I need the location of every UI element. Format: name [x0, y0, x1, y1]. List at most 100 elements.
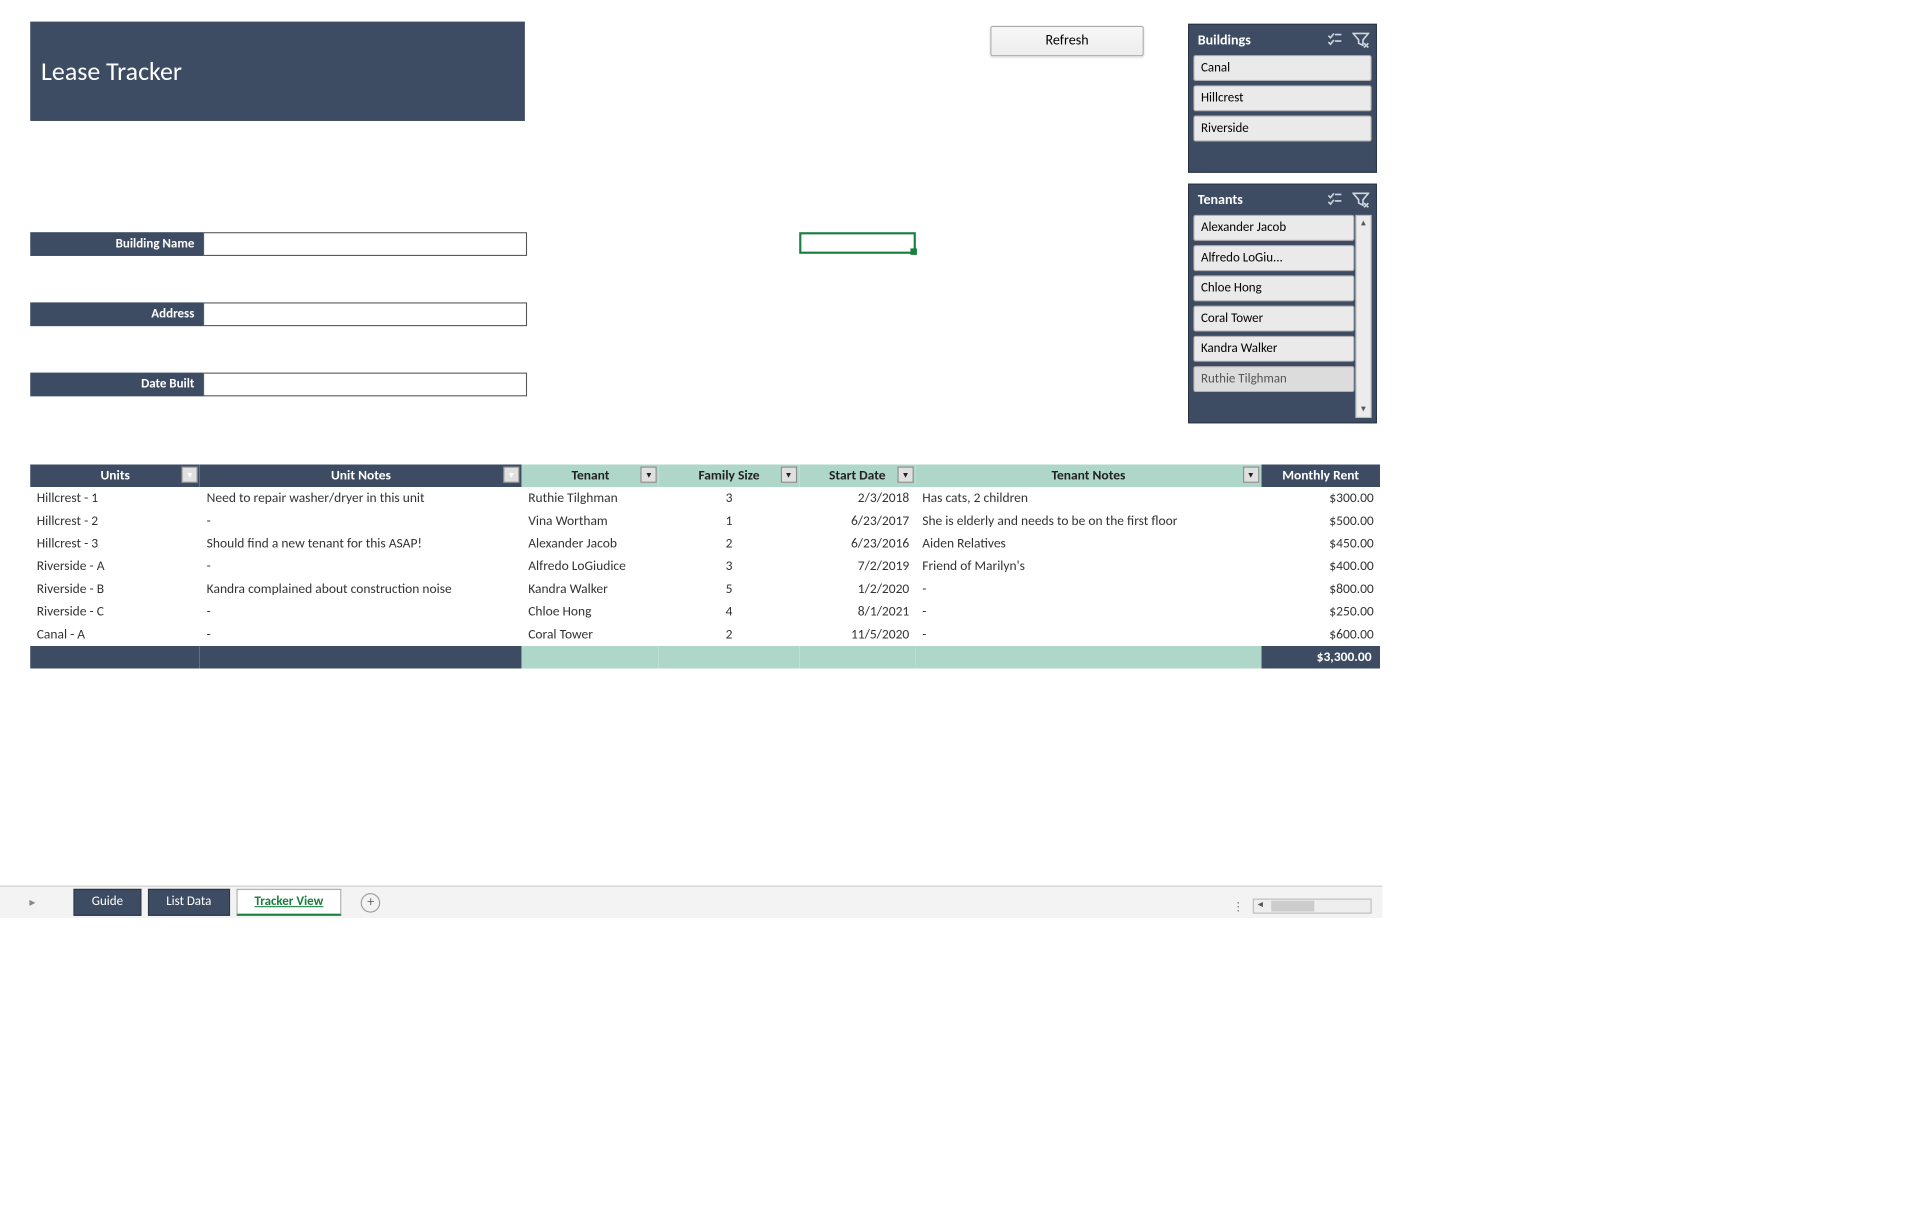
lease-table: Units▾ Unit Notes▾ Tenant▾ Family Size▾ … — [30, 464, 1380, 668]
cell-unit-notes[interactable]: - — [200, 623, 522, 646]
tab-tracker-view[interactable]: Tracker View — [236, 889, 342, 916]
cell-family-size[interactable]: 3 — [659, 555, 799, 578]
table-row[interactable]: Hillcrest - 1Need to repair washer/dryer… — [30, 487, 1380, 510]
col-monthly-rent-header[interactable]: Monthly Rent — [1261, 464, 1380, 487]
cell-units[interactable]: Hillcrest - 3 — [30, 532, 200, 555]
address-label: Address — [30, 302, 203, 326]
multi-select-icon[interactable] — [1326, 31, 1343, 48]
cell-monthly-rent[interactable]: $250.00 — [1261, 600, 1380, 623]
cell-unit-notes[interactable]: Kandra complained about construction noi… — [200, 578, 522, 601]
cell-units[interactable]: Riverside - B — [30, 578, 200, 601]
filter-icon[interactable]: ▾ — [897, 467, 913, 483]
cell-tenant[interactable]: Kandra Walker — [522, 578, 659, 601]
col-units-header[interactable]: Units▾ — [30, 464, 200, 487]
cell-units[interactable]: Canal - A — [30, 623, 200, 646]
filter-icon[interactable]: ▾ — [503, 467, 519, 483]
tab-guide[interactable]: Guide — [73, 889, 141, 916]
filter-icon[interactable]: ▾ — [641, 467, 657, 483]
filter-icon[interactable]: ▾ — [1243, 467, 1259, 483]
tab-split-icon[interactable]: ⋮ — [1232, 899, 1244, 913]
cell-monthly-rent[interactable]: $450.00 — [1261, 532, 1380, 555]
col-family-size-header[interactable]: Family Size▾ — [659, 464, 799, 487]
horizontal-scrollbar[interactable] — [1253, 899, 1372, 914]
cell-unit-notes[interactable]: Should find a new tenant for this ASAP! — [200, 532, 522, 555]
cell-unit-notes[interactable]: - — [200, 600, 522, 623]
cell-monthly-rent[interactable]: $600.00 — [1261, 623, 1380, 646]
slicer-item[interactable]: Ruthie Tilghman — [1193, 366, 1354, 392]
cell-tenant[interactable]: Coral Tower — [522, 623, 659, 646]
address-input[interactable] — [203, 302, 527, 326]
cell-start-date[interactable]: 8/1/2021 — [799, 600, 916, 623]
col-unit-notes-header[interactable]: Unit Notes▾ — [200, 464, 522, 487]
cell-unit-notes[interactable]: - — [200, 555, 522, 578]
cell-tenant-notes[interactable]: - — [916, 600, 1261, 623]
cell-tenant[interactable]: Alfredo LoGiudice — [522, 555, 659, 578]
cell-tenant-notes[interactable]: Aiden Relatives — [916, 532, 1261, 555]
slicer-item[interactable]: Riverside — [1193, 116, 1371, 142]
table-row[interactable]: Riverside - BKandra complained about con… — [30, 578, 1380, 601]
cell-start-date[interactable]: 11/5/2020 — [799, 623, 916, 646]
cell-monthly-rent[interactable]: $800.00 — [1261, 578, 1380, 601]
cell-start-date[interactable]: 6/23/2016 — [799, 532, 916, 555]
cell-family-size[interactable]: 5 — [659, 578, 799, 601]
cell-start-date[interactable]: 7/2/2019 — [799, 555, 916, 578]
table-row[interactable]: Riverside - C-Chloe Hong48/1/2021-$250.0… — [30, 600, 1380, 623]
refresh-button[interactable]: Refresh — [990, 26, 1143, 56]
filter-icon[interactable]: ▾ — [780, 467, 796, 483]
cell-monthly-rent[interactable]: $500.00 — [1261, 510, 1380, 533]
cell-tenant-notes[interactable]: - — [916, 623, 1261, 646]
cell-family-size[interactable]: 1 — [659, 510, 799, 533]
slicer-item[interactable]: Kandra Walker — [1193, 336, 1354, 362]
tab-list-data[interactable]: List Data — [148, 889, 230, 916]
cell-tenant-notes[interactable]: She is elderly and needs to be on the fi… — [916, 510, 1261, 533]
slicer-item[interactable]: Alfredo LoGiu... — [1193, 245, 1354, 271]
cell-tenant[interactable]: Alexander Jacob — [522, 532, 659, 555]
col-tenant-notes-header[interactable]: Tenant Notes▾ — [916, 464, 1261, 487]
cell-units[interactable]: Riverside - C — [30, 600, 200, 623]
sheet-nav-icon[interactable]: ▸ — [0, 895, 65, 909]
cell-family-size[interactable]: 2 — [659, 623, 799, 646]
cell-start-date[interactable]: 1/2/2020 — [799, 578, 916, 601]
slicer-tenants-title: Tenants — [1198, 192, 1243, 208]
cell-unit-notes[interactable]: Need to repair washer/dryer in this unit — [200, 487, 522, 510]
slicer-item[interactable]: Coral Tower — [1193, 306, 1354, 332]
col-start-date-header[interactable]: Start Date▾ — [799, 464, 916, 487]
slicer-scrollbar[interactable]: ▴ ▾ — [1355, 215, 1371, 418]
cell-monthly-rent[interactable]: $400.00 — [1261, 555, 1380, 578]
scroll-down-icon[interactable]: ▾ — [1356, 402, 1370, 417]
cell-unit-notes[interactable]: - — [200, 510, 522, 533]
cell-tenant-notes[interactable]: - — [916, 578, 1261, 601]
cell-tenant[interactable]: Chloe Hong — [522, 600, 659, 623]
slicer-item[interactable]: Alexander Jacob — [1193, 215, 1354, 241]
add-sheet-button[interactable]: + — [361, 893, 380, 912]
slicer-item[interactable]: Hillcrest — [1193, 85, 1371, 111]
col-tenant-header[interactable]: Tenant▾ — [522, 464, 659, 487]
cell-start-date[interactable]: 2/3/2018 — [799, 487, 916, 510]
cell-start-date[interactable]: 6/23/2017 — [799, 510, 916, 533]
table-row[interactable]: Canal - A-Coral Tower211/5/2020-$600.00 — [30, 623, 1380, 646]
cell-monthly-rent[interactable]: $300.00 — [1261, 487, 1380, 510]
slicer-item[interactable]: Canal — [1193, 55, 1371, 81]
table-row[interactable]: Riverside - A-Alfredo LoGiudice37/2/2019… — [30, 555, 1380, 578]
filter-icon[interactable]: ▾ — [182, 467, 198, 483]
cell-units[interactable]: Hillcrest - 1 — [30, 487, 200, 510]
active-cell[interactable] — [799, 232, 916, 254]
cell-tenant[interactable]: Ruthie Tilghman — [522, 487, 659, 510]
table-row[interactable]: Hillcrest - 3Should find a new tenant fo… — [30, 532, 1380, 555]
date-built-input[interactable] — [203, 373, 527, 397]
cell-units[interactable]: Riverside - A — [30, 555, 200, 578]
table-row[interactable]: Hillcrest - 2-Vina Wortham16/23/2017She … — [30, 510, 1380, 533]
cell-family-size[interactable]: 2 — [659, 532, 799, 555]
cell-units[interactable]: Hillcrest - 2 — [30, 510, 200, 533]
building-name-input[interactable] — [203, 232, 527, 256]
scroll-up-icon[interactable]: ▴ — [1356, 216, 1370, 231]
cell-tenant[interactable]: Vina Wortham — [522, 510, 659, 533]
cell-family-size[interactable]: 4 — [659, 600, 799, 623]
cell-family-size[interactable]: 3 — [659, 487, 799, 510]
clear-filter-icon[interactable] — [1352, 191, 1369, 208]
slicer-item[interactable]: Chloe Hong — [1193, 275, 1354, 301]
clear-filter-icon[interactable] — [1352, 31, 1369, 48]
cell-tenant-notes[interactable]: Has cats, 2 children — [916, 487, 1261, 510]
multi-select-icon[interactable] — [1326, 191, 1343, 208]
cell-tenant-notes[interactable]: Friend of Marilyn's — [916, 555, 1261, 578]
